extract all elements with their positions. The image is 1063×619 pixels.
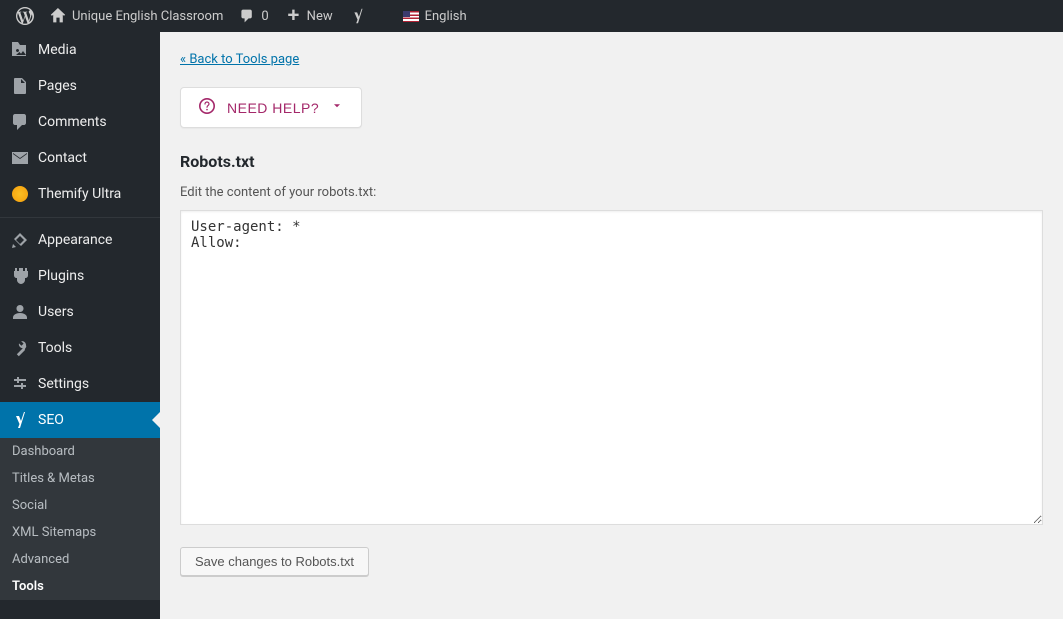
sidebar-label: Settings bbox=[38, 376, 89, 392]
save-robots-button[interactable]: Save changes to Robots.txt bbox=[180, 547, 369, 576]
new-label: New bbox=[307, 9, 333, 24]
sidebar-label: Media bbox=[38, 42, 77, 58]
wordpress-menu[interactable] bbox=[8, 0, 42, 32]
sidebar-label: Users bbox=[38, 304, 74, 320]
section-title: Robots.txt bbox=[180, 152, 1043, 171]
language-switcher[interactable]: English bbox=[395, 0, 475, 32]
sidebar-item-seo[interactable]: SEO bbox=[0, 402, 160, 438]
admin-toolbar: Unique English Classroom 0 New English bbox=[0, 0, 1063, 32]
settings-icon bbox=[10, 374, 30, 394]
robots-txt-editor[interactable] bbox=[180, 210, 1043, 525]
question-circle-icon bbox=[199, 98, 215, 117]
comment-icon bbox=[239, 8, 255, 24]
sidebar-item-tools[interactable]: Tools bbox=[0, 330, 160, 366]
sidebar-item-contact[interactable]: Contact bbox=[0, 140, 160, 176]
main-content: « Back to Tools page NEED HELP? Robots.t… bbox=[160, 32, 1063, 596]
language-label: English bbox=[425, 9, 467, 24]
site-home-link[interactable]: Unique English Classroom bbox=[42, 0, 231, 32]
site-title: Unique English Classroom bbox=[72, 9, 223, 24]
themify-icon bbox=[10, 184, 30, 204]
mail-icon bbox=[10, 148, 30, 168]
plugins-icon bbox=[10, 266, 30, 286]
submenu-advanced[interactable]: Advanced bbox=[0, 546, 160, 573]
sidebar-label: Contact bbox=[38, 150, 87, 166]
need-help-button[interactable]: NEED HELP? bbox=[180, 87, 362, 128]
sidebar-item-media[interactable]: Media bbox=[0, 32, 160, 68]
sidebar-label: Themify Ultra bbox=[38, 186, 121, 202]
submenu-tools[interactable]: Tools bbox=[0, 573, 160, 600]
tools-icon bbox=[10, 338, 30, 358]
comments-icon bbox=[10, 112, 30, 132]
comments-link[interactable]: 0 bbox=[231, 0, 276, 32]
sidebar-label: SEO bbox=[38, 412, 64, 428]
appearance-icon bbox=[10, 230, 30, 250]
sidebar-item-appearance[interactable]: Appearance bbox=[0, 222, 160, 258]
submenu-social[interactable]: Social bbox=[0, 492, 160, 519]
users-icon bbox=[10, 302, 30, 322]
comments-count: 0 bbox=[261, 9, 268, 24]
sidebar-item-themify[interactable]: Themify Ultra bbox=[0, 176, 160, 212]
sidebar-label: Pages bbox=[38, 78, 77, 94]
pages-icon bbox=[10, 76, 30, 96]
sidebar-label: Comments bbox=[38, 114, 107, 130]
section-description: Edit the content of your robots.txt: bbox=[180, 185, 1043, 200]
sidebar-submenu-seo: Dashboard Titles & Metas Social XML Site… bbox=[0, 438, 160, 600]
sidebar-item-comments[interactable]: Comments bbox=[0, 104, 160, 140]
yoast-link[interactable] bbox=[341, 0, 375, 32]
help-button-label: NEED HELP? bbox=[227, 100, 319, 116]
sidebar-label: Tools bbox=[38, 340, 72, 356]
chevron-down-icon bbox=[331, 100, 343, 115]
admin-sidebar: Media Pages Comments Contact Themify Ult… bbox=[0, 32, 160, 619]
submenu-dashboard[interactable]: Dashboard bbox=[0, 438, 160, 465]
media-icon bbox=[10, 40, 30, 60]
new-content-link[interactable]: New bbox=[277, 0, 341, 32]
wordpress-icon bbox=[16, 7, 34, 25]
sidebar-item-users[interactable]: Users bbox=[0, 294, 160, 330]
us-flag-icon bbox=[403, 11, 419, 22]
sidebar-label: Plugins bbox=[38, 268, 84, 284]
sidebar-item-settings[interactable]: Settings bbox=[0, 366, 160, 402]
home-icon bbox=[50, 8, 66, 24]
plus-icon bbox=[285, 8, 301, 24]
yoast-icon bbox=[349, 7, 367, 25]
sidebar-item-plugins[interactable]: Plugins bbox=[0, 258, 160, 294]
back-to-tools-link[interactable]: « Back to Tools page bbox=[180, 52, 299, 67]
seo-icon bbox=[10, 410, 30, 430]
submenu-xml-sitemaps[interactable]: XML Sitemaps bbox=[0, 519, 160, 546]
sidebar-label: Appearance bbox=[38, 232, 112, 248]
submenu-titles-metas[interactable]: Titles & Metas bbox=[0, 465, 160, 492]
sidebar-item-pages[interactable]: Pages bbox=[0, 68, 160, 104]
